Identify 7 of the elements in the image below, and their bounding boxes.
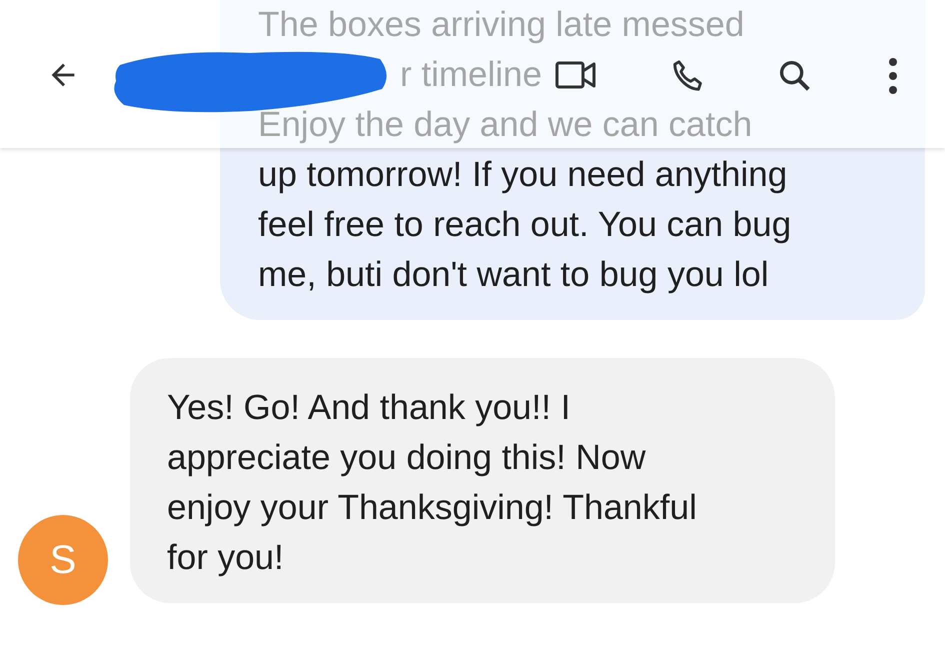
avatar[interactable]: S bbox=[18, 515, 108, 605]
message-text: r timeline bbox=[400, 54, 542, 96]
message-text: Yes! Go! And thank you!! I appreciate you doing this! Now enjoy your Thanksgiving! Thankful for you! bbox=[167, 387, 697, 579]
message-text: Enjoy the day and we can catch bbox=[258, 104, 752, 146]
more-options-icon[interactable] bbox=[886, 56, 900, 96]
message-text: up tomorrow! If you need anything feel free to reach out. You can bug me, buti don't want to bug you lol bbox=[258, 154, 792, 296]
message-text: The boxes arriving late messed bbox=[258, 4, 744, 46]
